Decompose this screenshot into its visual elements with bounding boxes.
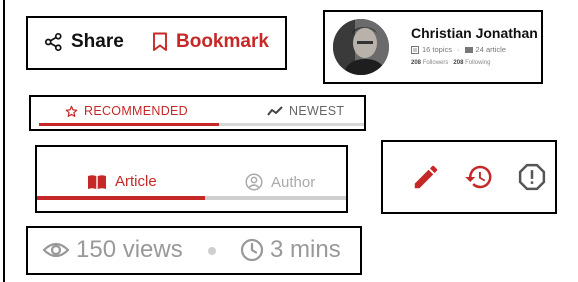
topics-icon <box>411 45 419 54</box>
user-circle-icon <box>245 173 263 191</box>
views-stat: 150 views <box>42 236 183 264</box>
book-open-icon <box>88 174 106 189</box>
report-icon <box>518 163 546 191</box>
star-icon <box>65 105 78 117</box>
feed-tabs: RECOMMENDED NEWEST <box>29 95 366 131</box>
tab-newest-label: NEWEST <box>289 104 345 118</box>
article-icon <box>464 46 473 53</box>
profile-card[interactable]: Christian Jonathan 16 topics · 24 articl… <box>323 10 543 84</box>
eye-icon <box>42 242 70 258</box>
profile-name[interactable]: Christian Jonathan <box>411 25 538 41</box>
stats-separator-dot <box>208 247 216 255</box>
read-time-stat: 3 mins <box>240 236 341 264</box>
topics-count: 16 topics <box>422 45 453 54</box>
edit-button[interactable] <box>411 162 441 197</box>
following-label: Following <box>465 60 491 66</box>
article-count: 24 article <box>475 45 506 54</box>
profile-stats: 16 topics · 24 article <box>411 45 506 54</box>
tab-recommended-label: RECOMMENDED <box>84 104 188 118</box>
read-time: 3 mins <box>270 236 341 263</box>
tab-newest[interactable]: NEWEST <box>267 104 344 118</box>
tab-article-label: Article <box>115 173 157 190</box>
share-label: Share <box>71 31 124 52</box>
tab-active-indicator <box>39 123 219 126</box>
share-button[interactable]: Share <box>44 31 124 53</box>
edit-icon <box>414 165 438 189</box>
avatar[interactable] <box>333 19 389 75</box>
action-icons-card <box>381 140 557 214</box>
bookmark-button[interactable]: Bookmark <box>152 31 269 53</box>
share-icon <box>44 32 62 52</box>
views-count: 150 views <box>76 236 183 263</box>
bookmark-icon <box>153 32 167 51</box>
tab-article[interactable]: Article <box>87 173 157 190</box>
share-bookmark-card: Share Bookmark <box>26 16 287 70</box>
following-count: 208 <box>453 60 464 66</box>
content-tabs: Article Author <box>35 145 348 213</box>
history-button[interactable] <box>463 162 495 197</box>
history-icon <box>465 165 492 189</box>
separator-dot: · <box>457 45 460 54</box>
tab-recommended[interactable]: RECOMMENDED <box>65 104 188 118</box>
bookmark-label: Bookmark <box>176 31 269 52</box>
trending-icon <box>267 106 283 116</box>
profile-follow-stats: 208 Followers 208 Following <box>411 60 490 66</box>
followers-label: Followers <box>422 60 449 66</box>
clock-icon <box>240 238 264 262</box>
tab-active-indicator <box>37 196 205 200</box>
report-button[interactable] <box>517 162 547 197</box>
followers-count: 208 <box>411 60 422 66</box>
page-left-border <box>3 0 5 282</box>
tab-author[interactable]: Author <box>245 173 315 191</box>
article-stats: 150 views 3 mins <box>26 226 362 275</box>
tab-author-label: Author <box>271 173 316 191</box>
